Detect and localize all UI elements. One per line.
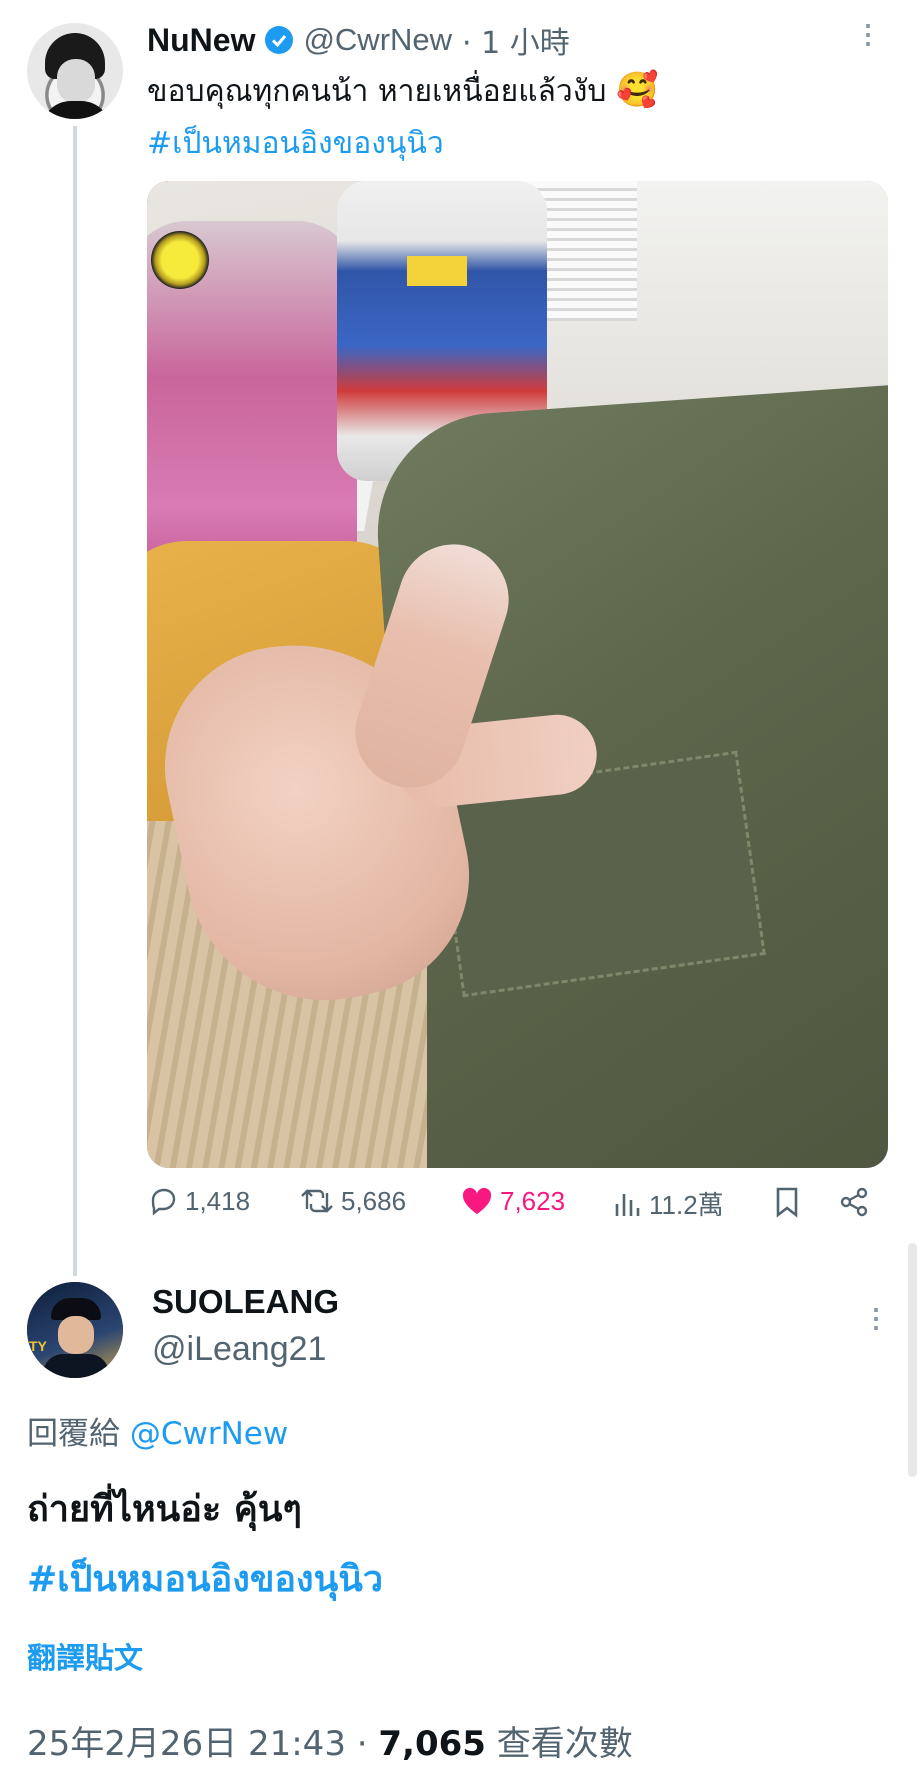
author-handle[interactable]: @CwrNew (303, 22, 452, 58)
nunew-avatar[interactable] (27, 23, 123, 119)
share-button[interactable] (837, 1185, 871, 1219)
reply-views-label: 查看次數 (496, 1724, 633, 1764)
reply-author-name[interactable]: SUOLEANG (152, 1283, 339, 1321)
bookmark-icon (776, 1187, 798, 1218)
views-icon (615, 1193, 640, 1216)
like-count: 7,623 (500, 1185, 566, 1216)
replying-to-handle[interactable]: @CwrNew (130, 1416, 288, 1452)
translate-post-link[interactable]: 翻譯貼文 (27, 1635, 143, 1677)
bookmark-button[interactable] (772, 1185, 802, 1219)
retweet-button[interactable]: 5,686 (299, 1185, 406, 1217)
views-count: 11.2萬 (649, 1190, 724, 1220)
more-icon[interactable]: ⋮ (855, 21, 881, 47)
retweet-icon (301, 1189, 333, 1213)
tweet-header: NuNew @CwrNew · 1 小時 (147, 18, 570, 62)
thread-connector-line (73, 126, 77, 1276)
reply-text: ถ่ายที่ไหนอ่ะ คุ้นๆ (27, 1489, 302, 1530)
tweet-text: ขอบคุณทุกคนน้า หายเหนื่อยแล้วงับ 🥰 (147, 68, 658, 115)
tweet-actions-bar: 1,418 5,686 7,623 11.2萬 (147, 1185, 888, 1235)
reply-more-icon[interactable]: ⋮ (863, 1305, 889, 1331)
reply-author-handle[interactable]: @iLeang21 (152, 1330, 326, 1369)
tweet-text-content: ขอบคุณทุกคนน้า หายเหนื่อยแล้วงับ (147, 74, 607, 109)
reply-meta-line: 25年2月26日 21:43 · 7,065 查看次數 (27, 1724, 633, 1764)
reply-icon (151, 1188, 176, 1216)
tweet-photo[interactable] (147, 181, 888, 1168)
views-button[interactable]: 11.2萬 (613, 1185, 724, 1222)
tweet-time[interactable]: · 1 小時 (462, 18, 570, 62)
verified-icon (265, 26, 294, 54)
reply-count: 1,418 (185, 1185, 251, 1216)
suoleang-avatar[interactable]: TY (27, 1282, 123, 1378)
reply-button[interactable]: 1,418 (147, 1185, 250, 1217)
like-icon (462, 1187, 492, 1214)
reply-hashtag[interactable]: #เป็นหมอนอิงของนุนิว (27, 1550, 383, 1607)
like-button[interactable]: 7,623 (460, 1185, 565, 1217)
retweet-count: 5,686 (341, 1185, 407, 1216)
scrollbar[interactable] (908, 1243, 917, 1477)
share-icon (840, 1187, 868, 1217)
replying-to-line: 回覆給 @CwrNew (27, 1408, 288, 1453)
reply-views-count: 7,065 (378, 1724, 486, 1764)
reply-timestamp[interactable]: 25年2月26日 21:43 (27, 1724, 346, 1764)
tweet-hashtag[interactable]: #เป็นหมอนอิงของนุนิว (147, 120, 444, 167)
replying-to-label: 回覆給 (27, 1416, 120, 1452)
smiling-face-hearts-emoji: 🥰 (616, 70, 659, 110)
author-name[interactable]: NuNew (147, 22, 255, 59)
